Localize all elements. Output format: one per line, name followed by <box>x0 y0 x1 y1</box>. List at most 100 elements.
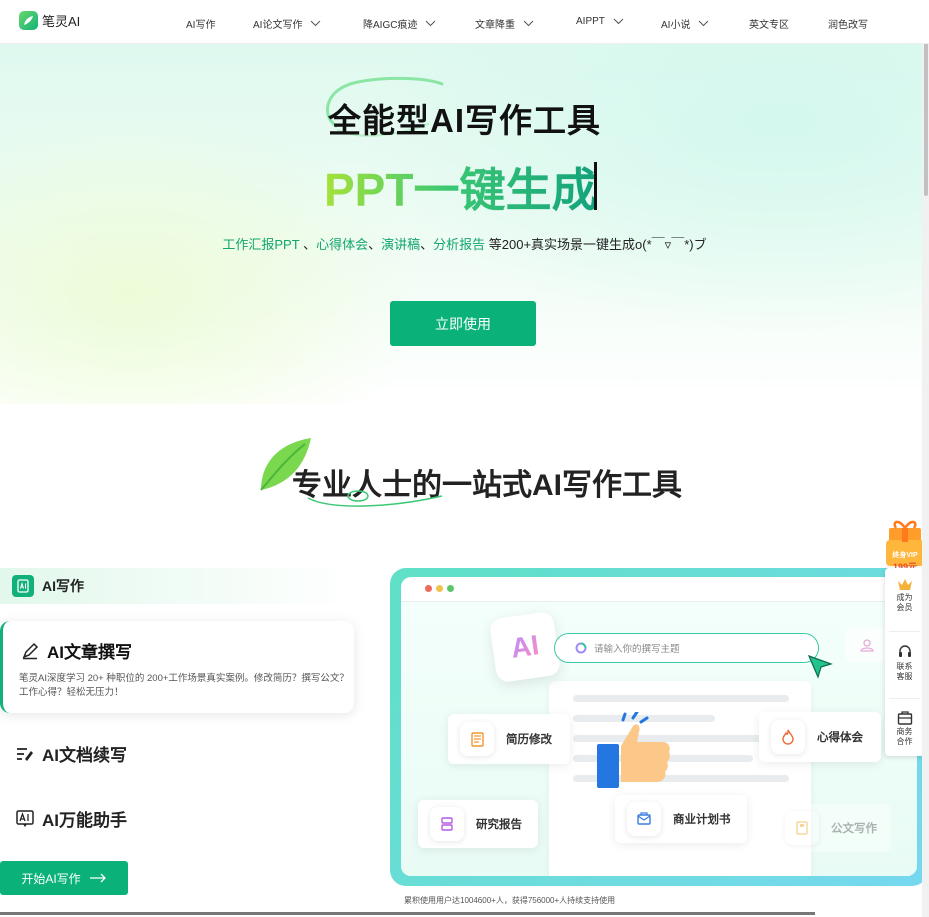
chevron-down-icon <box>311 20 321 27</box>
ai-badge-text: AI <box>508 629 541 664</box>
chip-research[interactable]: 研究报告 <box>418 800 538 848</box>
horizontal-scrollbar[interactable] <box>0 912 815 915</box>
separator: 、 <box>420 237 434 252</box>
chip-label: 商业计划书 <box>673 814 731 826</box>
highlight-keyword: 心得体会 <box>316 237 369 252</box>
chevron-down-icon <box>699 20 709 27</box>
close-dot <box>425 585 432 592</box>
hero-section: 全能型AI写作工具 PPT一键生成 工作汇报PPT 、心得体会、演讲稿、分析报告… <box>0 44 929 404</box>
feature-card-article[interactable]: AI文章撰写 笔灵AI深度学习 20+ 种职位的 200+工作场景真实案例。修改… <box>0 621 354 713</box>
category-label: AI写作 <box>42 578 84 594</box>
pen-icon <box>22 642 39 659</box>
typing-caret <box>594 162 597 210</box>
user-icon <box>860 639 874 652</box>
flame-icon <box>771 720 805 754</box>
card-title-text: AI文章撰写 <box>47 643 132 662</box>
nav-item-paper[interactable]: AI论文写作 <box>253 16 321 31</box>
nav-item-label: AI论文写作 <box>253 20 303 31</box>
nav-item-label: AI写作 <box>186 20 216 31</box>
hero-description: 工作汇报PPT 、心得体会、演讲稿、分析报告 等200+真实场景一键生成o(*￣… <box>0 234 929 253</box>
text-line <box>573 695 789 702</box>
nav-item-label: AIPPT <box>576 16 605 27</box>
nav-item-english[interactable]: 英文专区 <box>749 16 789 31</box>
nav-item-aigc[interactable]: 降AIGC痕迹 <box>363 16 436 31</box>
sidebar-label: 成为会员 <box>896 593 913 612</box>
chip-reflection[interactable]: 心得体会 <box>759 712 881 762</box>
title-underline-decoration <box>307 490 443 507</box>
thumbs-up-icon <box>597 712 670 788</box>
crown-icon <box>897 579 912 590</box>
feature-label: AI万能助手 <box>42 811 127 830</box>
nav-item-label: 文章降重 <box>475 20 515 31</box>
nav-item-label: 英文专区 <box>749 20 789 31</box>
chip-business-plan[interactable]: 商业计划书 <box>615 795 747 843</box>
cursor-arrow-icon <box>807 654 833 679</box>
search-placeholder: 请输入你的撰写主题 <box>594 644 680 655</box>
use-now-button[interactable]: 立即使用 <box>390 301 536 346</box>
start-ai-writing-button[interactable]: 开始AI写作 <box>0 861 128 895</box>
nav-item-label: 降AIGC痕迹 <box>363 20 418 31</box>
chip-label: 心得体会 <box>817 732 863 744</box>
minimize-dot <box>436 585 443 592</box>
chip-label: 公文写作 <box>831 823 877 835</box>
category-header[interactable]: AI写作 <box>0 568 355 604</box>
chip-label: 简历修改 <box>506 734 552 746</box>
highlight-keyword: 分析报告 <box>433 237 486 252</box>
chip-official-doc[interactable]: 公文写作 <box>773 804 891 852</box>
chip-resume[interactable]: 简历修改 <box>448 714 570 764</box>
hero-subtitle: PPT一键生成 <box>324 154 597 220</box>
separator: 、 <box>368 237 382 252</box>
mail-icon <box>627 802 661 836</box>
logo[interactable]: 笔灵AI <box>19 11 80 30</box>
lifetime-vip-promo[interactable]: 终身VIP 199元 <box>884 518 926 572</box>
highlight-keyword: 工作汇报PPT <box>222 237 300 252</box>
logo-icon <box>19 11 38 30</box>
feature-label: AI文档续写 <box>42 746 127 765</box>
nav-item-aippt[interactable]: AIPPT <box>576 16 624 27</box>
headset-icon <box>898 645 911 657</box>
loading-ring-icon <box>575 642 587 654</box>
ghost-user-icon-button <box>845 628 889 662</box>
briefcase-icon <box>897 711 912 725</box>
separator: 、 <box>299 237 317 252</box>
notebook-icon <box>785 811 819 845</box>
topic-search-input[interactable]: 请输入你的撰写主题 <box>554 633 819 663</box>
report-icon <box>430 807 464 841</box>
resume-icon <box>460 722 494 756</box>
chip-label: 研究报告 <box>476 819 522 831</box>
usage-caption: 累积使用用户达1004600+人，获得756000+人持续支持使用 <box>404 896 616 905</box>
feature-doc-continue[interactable]: AI文档续写 <box>16 741 127 766</box>
divider <box>889 631 920 632</box>
nav-item-dedupe[interactable]: 文章降重 <box>475 16 534 31</box>
ai-writing-icon <box>12 575 34 597</box>
sidebar-label: 联系客服 <box>896 662 913 681</box>
business-cooperation-button[interactable]: 商务合作 <box>885 710 924 747</box>
vip-label: 终身VIP <box>892 552 918 559</box>
chevron-down-icon <box>426 20 436 27</box>
product-mockup: AI 请输入你的撰写主题 简历修改 心得体会 研究报告 商业计划书 公文写作 <box>401 577 917 876</box>
nav-item-ai-writing[interactable]: AI写作 <box>186 16 215 31</box>
ai-assistant-icon <box>16 809 34 827</box>
highlight-keyword: 演讲稿 <box>381 237 421 252</box>
logo-text: 笔灵AI <box>42 14 81 29</box>
document-sheet <box>549 681 811 876</box>
maximize-dot <box>447 585 454 592</box>
button-label: 开始AI写作 <box>21 871 81 886</box>
card-title: AI文章撰写 <box>21 638 132 663</box>
description-tail: 等200+真实场景一键生成o(*￣▿￣*)ブ <box>485 237 707 252</box>
nav-item-polish[interactable]: 润色改写 <box>828 16 868 31</box>
sidebar-label: 商务合作 <box>896 727 913 746</box>
arrow-right-icon <box>89 873 106 883</box>
nav-item-novel[interactable]: AI小说 <box>661 16 709 31</box>
become-member-button[interactable]: 成为会员 <box>885 578 924 613</box>
contact-service-button[interactable]: 联系客服 <box>885 644 924 682</box>
nav-item-label: 润色改写 <box>828 20 868 31</box>
continue-writing-icon <box>17 747 33 761</box>
window-dots <box>425 585 454 592</box>
chevron-down-icon <box>523 20 534 27</box>
chevron-down-icon <box>613 18 624 25</box>
card-description: 笔灵AI深度学习 20+ 种职位的 200+工作场景真实案例。修改简历？撰写公文… <box>19 673 349 698</box>
divider <box>889 698 920 699</box>
nav-item-label: AI小说 <box>661 20 691 31</box>
feature-ai-assistant[interactable]: AI万能助手 <box>16 806 127 831</box>
